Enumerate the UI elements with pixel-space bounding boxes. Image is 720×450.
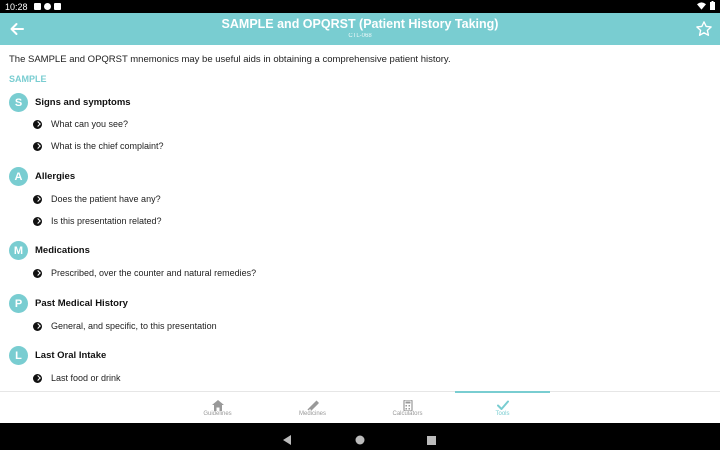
nav-tools[interactable]: Tools <box>455 391 550 424</box>
guideline-code: CTL-068 <box>348 33 372 39</box>
notification-app-icon <box>43 3 51 10</box>
letter-badge: M <box>9 241 28 260</box>
list-item-text: What can you see? <box>51 119 129 129</box>
group-title: Past Medical History <box>35 298 128 309</box>
section-heading: SAMPLE <box>9 74 47 84</box>
home-icon <box>211 398 224 411</box>
list-item-text: What is the chief complaint? <box>51 141 164 151</box>
chevron-bullet-icon <box>33 321 42 331</box>
list-item-text: General, and specific, to this presentat… <box>51 321 217 331</box>
battery-icon <box>710 1 715 12</box>
home-circle-icon[interactable] <box>355 432 365 450</box>
calculator-icon <box>402 398 414 412</box>
list-item: Prescribed, over the counter and natural… <box>33 268 256 278</box>
group-title: Allergies <box>35 171 76 182</box>
letter-badge: A <box>9 167 28 186</box>
nav-medicines[interactable]: Medicines <box>265 392 360 424</box>
nav-calculators[interactable]: Calculators <box>360 392 455 424</box>
nav-label: Medicines <box>298 411 326 417</box>
chevron-bullet-icon <box>33 194 42 204</box>
list-item: Is this presentation related? <box>33 216 162 226</box>
nav-label: Guidelines <box>203 411 232 417</box>
group-m: M Medications <box>9 241 90 260</box>
list-item: What can you see? <box>33 119 128 129</box>
group-title: Last Oral Intake <box>35 350 107 361</box>
chevron-bullet-icon <box>33 141 42 151</box>
app-bar-titles: SAMPLE and OPQRST (Patient History Takin… <box>60 17 660 40</box>
group-a: A Allergies <box>9 167 75 186</box>
system-nav-bar <box>0 423 720 450</box>
list-item-text: Does the patient have any? <box>51 194 161 204</box>
chevron-bullet-icon <box>33 373 42 383</box>
group-title: Signs and symptoms <box>35 97 131 108</box>
nav-label: Tools <box>495 411 510 417</box>
content-area[interactable]: The SAMPLE and OPQRST mnemonics may be u… <box>0 45 720 391</box>
list-item: General, and specific, to this presentat… <box>33 321 217 331</box>
star-icon[interactable] <box>695 20 713 38</box>
recents-square-icon[interactable] <box>427 432 436 450</box>
list-item-text: Is this presentation related? <box>51 216 162 226</box>
list-item: What is the chief complaint? <box>33 141 164 151</box>
group-s: S Signs and symptoms <box>9 93 131 112</box>
wifi-icon <box>697 1 706 12</box>
page-title: SAMPLE and OPQRST (Patient History Takin… <box>221 17 499 31</box>
group-title: Medications <box>35 245 90 256</box>
notification-file-icon <box>53 3 61 10</box>
chevron-bullet-icon <box>33 268 42 278</box>
back-triangle-icon[interactable] <box>283 432 292 450</box>
letter-badge: P <box>9 294 28 313</box>
app-bar: SAMPLE and OPQRST (Patient History Takin… <box>0 13 720 45</box>
intro-text: The SAMPLE and OPQRST mnemonics may be u… <box>9 54 451 65</box>
list-item: Last food or drink <box>33 373 121 383</box>
check-icon <box>496 398 509 410</box>
status-bar: 10:28 <box>0 0 720 13</box>
notification-a-icon <box>33 3 41 10</box>
group-p: P Past Medical History <box>9 294 128 313</box>
nav-label: Calculators <box>392 411 423 417</box>
status-time: 10:28 <box>5 1 28 12</box>
chevron-bullet-icon <box>33 119 42 129</box>
letter-badge: S <box>9 93 28 112</box>
group-l: L Last Oral Intake <box>9 346 106 365</box>
nav-guidelines[interactable]: Guidelines <box>170 392 265 424</box>
bottom-nav: Guidelines Medicines Calculators Tools <box>0 391 720 423</box>
list-item-text: Prescribed, over the counter and natural… <box>51 268 257 278</box>
syringe-icon <box>306 398 319 411</box>
list-item: Does the patient have any? <box>33 194 161 204</box>
back-arrow-icon[interactable] <box>8 20 26 38</box>
list-item-text: Last food or drink <box>51 373 121 383</box>
chevron-bullet-icon <box>33 216 42 226</box>
letter-badge: L <box>9 346 28 365</box>
